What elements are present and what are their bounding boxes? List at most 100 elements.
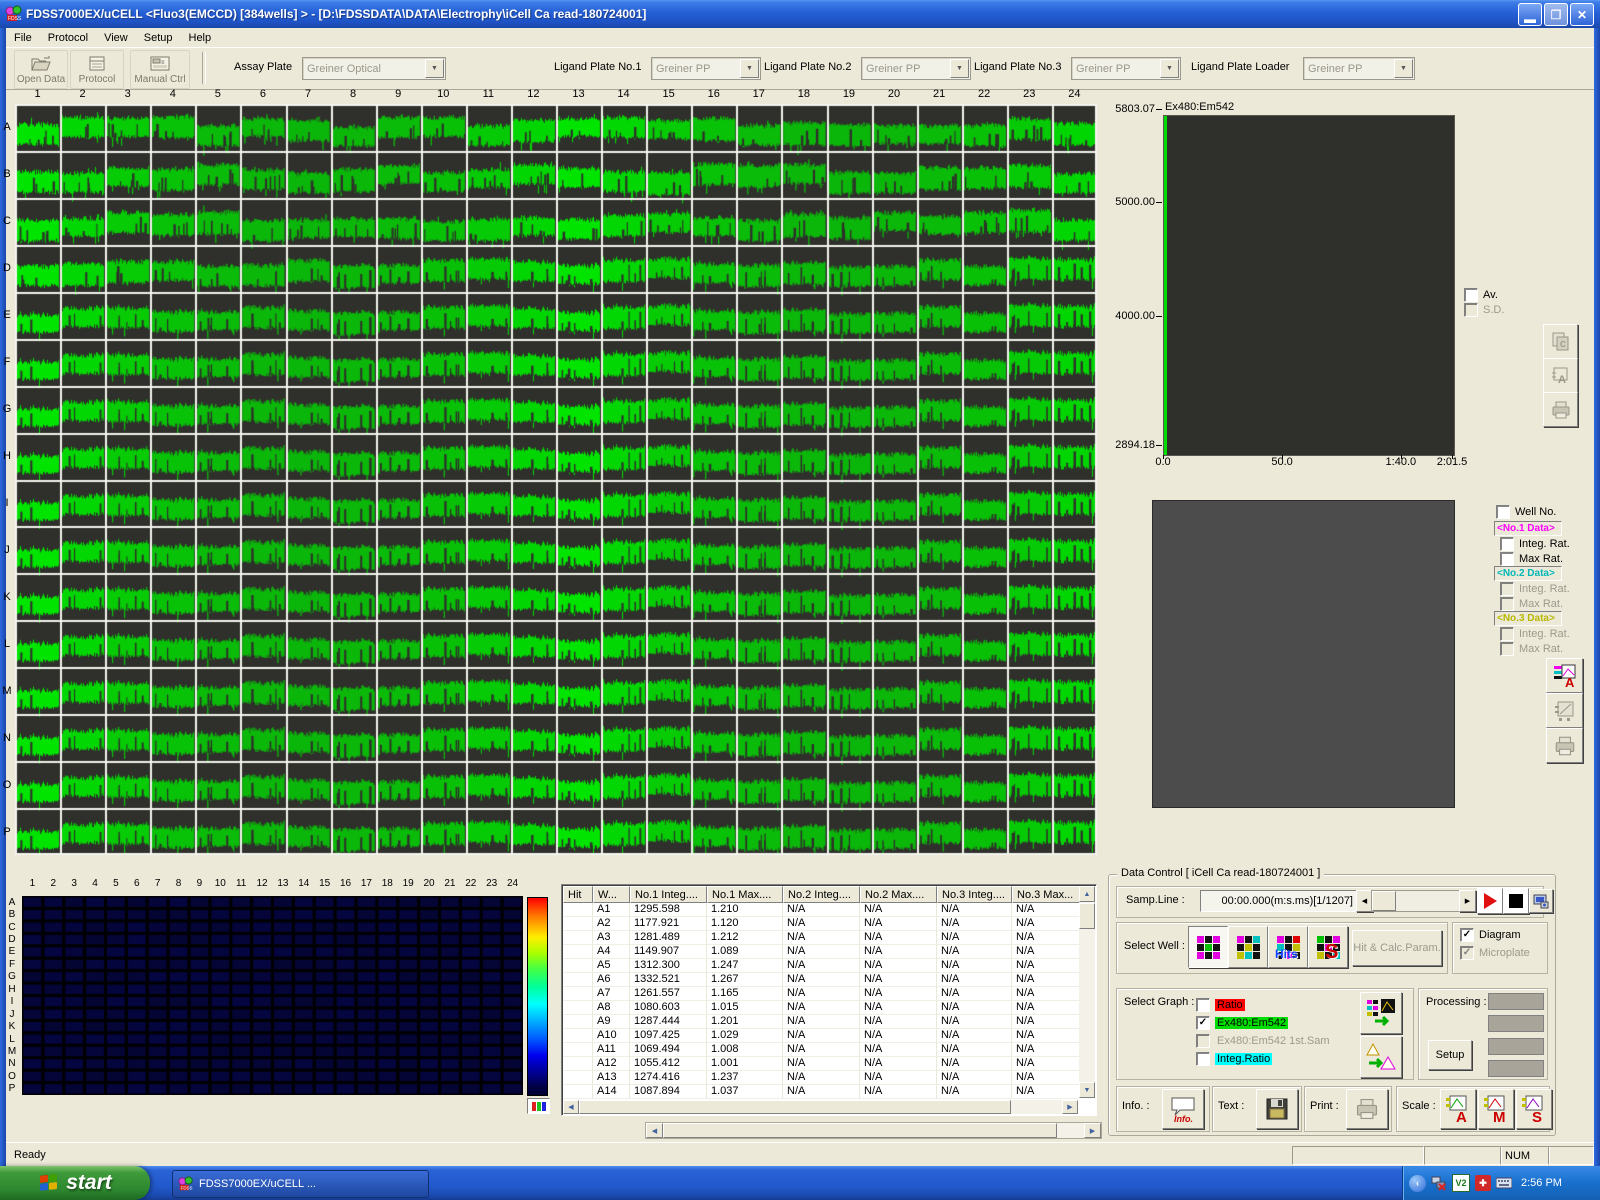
table-row[interactable]: A41149.9071.089N/AN/AN/AN/A [563, 945, 1079, 959]
graph-compare-button[interactable] [1360, 1036, 1402, 1078]
table-row[interactable]: A91287.4441.201N/AN/AN/AN/A [563, 1015, 1079, 1029]
pane-horizontal-scrollbar[interactable]: ◀ ▶ [645, 1122, 1102, 1139]
plate-field-dropdown[interactable]: Greiner PP▼ [1071, 57, 1181, 80]
select-well-group-button[interactable] [1228, 926, 1268, 968]
average-checkbox[interactable] [1464, 288, 1478, 302]
table-row[interactable]: A21177.9211.120N/AN/AN/AN/A [563, 917, 1079, 931]
scale-set-button[interactable]: S [1516, 1089, 1552, 1129]
horizontal-scroll-thumb[interactable] [579, 1100, 1011, 1114]
sd-checkbox[interactable] [1464, 303, 1478, 317]
graph-layout-button[interactable] [1360, 992, 1402, 1034]
start-button[interactable]: start [0, 1166, 150, 1200]
column-header-5[interactable]: No.2 Integ.... [783, 886, 860, 903]
column-header-2[interactable]: W... [593, 886, 630, 903]
graph-option-2-checkbox[interactable] [1196, 1016, 1210, 1030]
chevron-down-icon[interactable]: ▼ [1160, 59, 1179, 78]
table-row[interactable]: A61332.5211.267N/AN/AN/AN/A [563, 973, 1079, 987]
samp-step-forward-button[interactable]: ▶ [1459, 890, 1476, 912]
pane-scroll-left-button[interactable]: ◀ [646, 1123, 663, 1138]
edit-graph-button[interactable] [1546, 693, 1583, 728]
table-vertical-scrollbar[interactable]: ▲ ▼ [1079, 886, 1095, 1098]
graph-option-3-checkbox[interactable] [1196, 1034, 1210, 1048]
plate-field-dropdown[interactable]: Greiner PP▼ [861, 57, 971, 80]
minimize-button[interactable]: ▬ [1518, 3, 1542, 26]
scale-manual-button[interactable]: M [1478, 1089, 1514, 1129]
scroll-down-button[interactable]: ▼ [1079, 1082, 1095, 1098]
task-button-fdss[interactable]: FDSS FDSS7000EX/uCELL ... [172, 1170, 429, 1198]
table-horizontal-scrollbar[interactable]: ◀ ▶ [563, 1100, 1078, 1114]
table-row[interactable]: A141087.8941.037N/AN/AN/AN/A [563, 1085, 1079, 1099]
column-header-6[interactable]: No.2 Max.... [860, 886, 937, 903]
table-row[interactable]: A101097.4251.029N/AN/AN/AN/A [563, 1029, 1079, 1043]
plate-field-dropdown[interactable]: Greiner Optical▼ [302, 57, 446, 80]
vertical-scroll-thumb[interactable] [1079, 903, 1095, 929]
scroll-left-button[interactable]: ◀ [563, 1100, 579, 1114]
plate-field-dropdown[interactable]: Greiner PP▼ [1303, 57, 1415, 80]
menu-setup[interactable]: Setup [136, 30, 181, 46]
chevron-down-icon[interactable]: ▼ [425, 59, 444, 78]
select-well-hits-button[interactable]: Hits [1268, 926, 1308, 968]
table-row[interactable]: A71261.5571.165N/AN/AN/AN/A [563, 987, 1079, 1001]
setup-button[interactable]: Setup [1428, 1040, 1472, 1070]
scroll-right-button[interactable]: ▶ [1062, 1100, 1078, 1114]
select-well-s-button[interactable]: S [1308, 926, 1348, 968]
table-row[interactable]: A11295.5981.210N/AN/AN/AN/A [563, 903, 1079, 917]
print-data-button[interactable] [1546, 728, 1583, 763]
column-header-3[interactable]: No.1 Integ.... [630, 886, 707, 903]
well-no-checkbox[interactable] [1496, 505, 1510, 519]
table-row[interactable]: A81080.6031.015N/AN/AN/AN/A [563, 1001, 1079, 1015]
samp-line-slider-track[interactable] [1371, 890, 1461, 912]
menu-file[interactable]: File [6, 30, 40, 46]
table-row[interactable]: A111069.4941.008N/AN/AN/AN/A [563, 1043, 1079, 1057]
network-offline-icon[interactable] [1431, 1175, 1447, 1191]
microplate-checkbox[interactable] [1460, 946, 1474, 960]
color-mode-icon[interactable] [527, 1098, 550, 1114]
column-header-7[interactable]: No.3 Integ.... [937, 886, 1012, 903]
export-movie-button[interactable] [1529, 889, 1553, 913]
menu-protocol[interactable]: Protocol [40, 30, 96, 46]
close-button[interactable]: ✕ [1570, 3, 1594, 26]
diagram-checkbox[interactable] [1460, 928, 1474, 942]
protocol-button[interactable]: Protocol [70, 50, 124, 89]
stop-button[interactable] [1503, 888, 1529, 914]
print-graph-button[interactable] [1543, 392, 1578, 427]
select-well-all-button[interactable] [1188, 926, 1228, 968]
no2-option-1-checkbox[interactable] [1500, 582, 1514, 596]
plate-field-dropdown[interactable]: Greiner PP▼ [651, 57, 761, 80]
menu-help[interactable]: Help [181, 30, 220, 46]
hide-tray-icons-chevron[interactable]: ‹ [1409, 1175, 1426, 1192]
pane-scroll-thumb[interactable] [663, 1123, 1057, 1138]
manual-ctrl-button[interactable]: ≡ Manual Ctrl [130, 50, 190, 89]
column-header-8[interactable]: No.3 Max... [1012, 886, 1079, 903]
scroll-up-button[interactable]: ▲ [1079, 886, 1095, 902]
secondary-graph-panel[interactable] [1152, 500, 1455, 808]
info-button[interactable]: Info. [1162, 1089, 1204, 1129]
chevron-down-icon[interactable]: ▼ [1394, 59, 1413, 78]
text-export-button[interactable] [1256, 1089, 1298, 1129]
print-button[interactable] [1346, 1089, 1388, 1129]
graph-annotate-button[interactable]: A [1543, 358, 1578, 393]
chevron-down-icon[interactable]: ▼ [950, 59, 969, 78]
menu-view[interactable]: View [96, 30, 136, 46]
table-row[interactable]: A31281.4891.212N/AN/AN/AN/A [563, 931, 1079, 945]
samp-line-slider-thumb[interactable] [1372, 891, 1396, 911]
scale-auto-button[interactable]: A [1440, 1089, 1476, 1129]
keyboard-layout-icon[interactable] [1496, 1175, 1512, 1191]
security-shield-icon[interactable]: ✚ [1475, 1175, 1491, 1191]
play-button[interactable] [1477, 888, 1503, 914]
well-trace-grid[interactable] [15, 104, 1097, 855]
maximize-button[interactable]: ❒ [1544, 3, 1568, 26]
open-data-button[interactable]: Open Data [14, 50, 68, 89]
no2-option-2-checkbox[interactable] [1500, 597, 1514, 611]
no1-option-2-checkbox[interactable] [1500, 552, 1514, 566]
table-row[interactable]: A121055.4121.001N/AN/AN/AN/A [563, 1057, 1079, 1071]
hit-calc-param-button[interactable]: Hit & Calc.Param. [1352, 930, 1442, 966]
v2-utility-icon[interactable]: V2 [1452, 1174, 1470, 1192]
table-row[interactable]: A51312.3001.247N/AN/AN/AN/A [563, 959, 1079, 973]
no3-option-2-checkbox[interactable] [1500, 642, 1514, 656]
annotate-data-button[interactable]: A [1546, 658, 1583, 693]
chevron-down-icon[interactable]: ▼ [740, 59, 759, 78]
graph-option-4-checkbox[interactable] [1196, 1052, 1210, 1066]
graph-option-1-checkbox[interactable] [1196, 998, 1210, 1012]
no3-option-1-checkbox[interactable] [1500, 627, 1514, 641]
